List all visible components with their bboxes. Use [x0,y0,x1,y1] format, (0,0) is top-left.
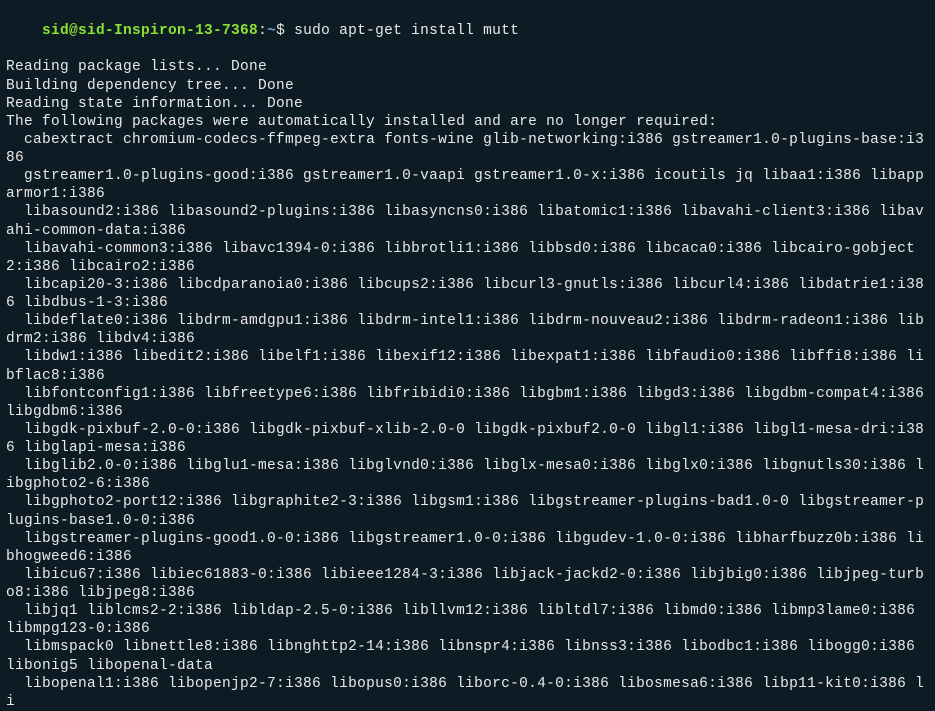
prompt-line: sid@sid-Inspiron-13-7368:~$ sudo apt-get… [6,4,929,58]
output-line: libicu67:i386 libiec61883-0:i386 libieee… [6,566,929,602]
output-line: libfontconfig1:i386 libfreetype6:i386 li… [6,385,929,421]
terminal-output: Reading package lists... DoneBuilding de… [6,58,929,711]
prompt-path: ~ [267,23,276,39]
output-line: libopenal1:i386 libopenjp2-7:i386 libopu… [6,675,929,711]
output-line: libdeflate0:i386 libdrm-amdgpu1:i386 lib… [6,312,929,348]
output-line: libgdk-pixbuf-2.0-0:i386 libgdk-pixbuf-x… [6,421,929,457]
prompt-dollar: $ [276,23,294,39]
output-line: The following packages were automaticall… [6,113,929,131]
output-line: libasound2:i386 libasound2-plugins:i386 … [6,203,929,239]
output-line: Reading state information... Done [6,95,929,113]
output-line: cabextract chromium-codecs-ffmpeg-extra … [6,131,929,167]
prompt-colon: : [258,23,267,39]
output-line: libavahi-common3:i386 libavc1394-0:i386 … [6,240,929,276]
output-line: libdw1:i386 libedit2:i386 libelf1:i386 l… [6,348,929,384]
terminal-window[interactable]: sid@sid-Inspiron-13-7368:~$ sudo apt-get… [6,4,929,711]
output-line: libgphoto2-port12:i386 libgraphite2-3:i3… [6,493,929,529]
output-line: gstreamer1.0-plugins-good:i386 gstreamer… [6,167,929,203]
output-line: libmspack0 libnettle8:i386 libnghttp2-14… [6,638,929,674]
output-line: libgstreamer-plugins-good1.0-0:i386 libg… [6,530,929,566]
output-line: libjq1 liblcms2-2:i386 libldap-2.5-0:i38… [6,602,929,638]
output-line: libcapi20-3:i386 libcdparanoia0:i386 lib… [6,276,929,312]
prompt-user-host: sid@sid-Inspiron-13-7368 [42,23,258,39]
output-line: libglib2.0-0:i386 libglu1-mesa:i386 libg… [6,457,929,493]
output-line: Reading package lists... Done [6,58,929,76]
command-text: sudo apt-get install mutt [294,23,519,39]
output-line: Building dependency tree... Done [6,77,929,95]
